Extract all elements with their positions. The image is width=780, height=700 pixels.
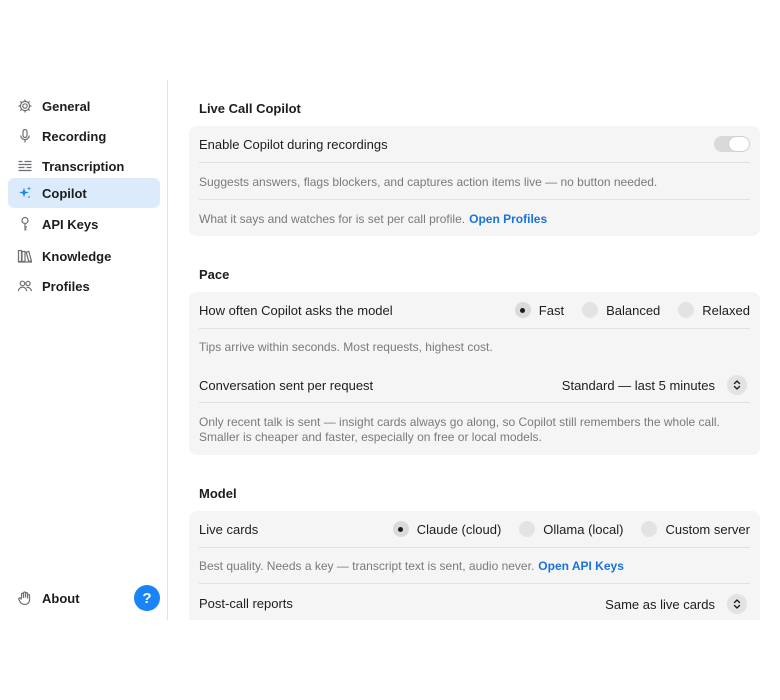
model-card: Live cards Claude (cloud) Ollama (local)… — [189, 511, 760, 620]
gear-icon — [16, 97, 34, 115]
live-cards-label: Live cards — [199, 521, 259, 537]
divider — [199, 547, 750, 548]
settings-window: General Recording Transcription Copilot … — [0, 80, 780, 620]
divider — [199, 402, 750, 403]
live-cards-radio-group: Claude (cloud) Ollama (local) Custom ser… — [375, 521, 750, 537]
radio-claude-cloud[interactable]: Claude (cloud) — [392, 521, 502, 537]
radio-label: Relaxed — [702, 302, 750, 318]
conversation-label: Conversation sent per request — [199, 377, 374, 393]
key-icon — [16, 215, 34, 233]
books-icon — [16, 247, 34, 265]
radio-label: Balanced — [606, 302, 661, 318]
radio-ollama-local[interactable]: Ollama (local) — [519, 521, 623, 537]
radio-relaxed[interactable]: Relaxed — [678, 302, 750, 318]
section-title-model: Model — [199, 486, 237, 501]
post-call-select-value: Same as live cards — [605, 596, 715, 612]
radio-button-selected — [392, 521, 409, 537]
toggle-knob — [729, 137, 749, 151]
sidebar-item-label: General — [42, 98, 91, 114]
conversation-description: Only recent talk is sent — insight cards… — [199, 415, 720, 444]
conversation-select-value: Standard — last 5 minutes — [561, 377, 715, 393]
profile-note: What it says and watches for is set per … — [199, 212, 750, 227]
sidebar: General Recording Transcription Copilot … — [0, 80, 168, 620]
frequency-label: How often Copilot asks the model — [199, 302, 393, 318]
radio-label: Ollama (local) — [543, 521, 624, 537]
transcript-icon — [16, 157, 34, 175]
radio-button — [582, 302, 599, 318]
frequency-description: Tips arrive within seconds. Most request… — [199, 340, 493, 354]
pace-card: How often Copilot asks the model Fast Ba… — [189, 292, 760, 455]
microphone-icon — [16, 127, 34, 145]
radio-button-selected — [514, 302, 531, 318]
sidebar-item-copilot[interactable]: Copilot — [8, 178, 160, 208]
open-profiles-link[interactable]: Open Profiles — [469, 212, 547, 226]
sparkle-icon — [16, 184, 34, 202]
sidebar-item-transcription[interactable]: Transcription — [8, 151, 160, 181]
frequency-radio-group: Fast Balanced Relaxed — [497, 302, 750, 318]
sidebar-item-label: API Keys — [42, 216, 99, 232]
radio-custom-server[interactable]: Custom server — [641, 521, 750, 537]
hand-wave-icon — [16, 589, 34, 607]
live-cards-description-text: Best quality. Needs a key — transcript t… — [199, 559, 535, 573]
sidebar-item-label: Knowledge — [42, 248, 112, 264]
section-title-pace: Pace — [199, 267, 230, 282]
people-icon — [16, 277, 34, 295]
radio-button — [519, 521, 536, 537]
live-call-card: Enable Copilot during recordings Suggest… — [189, 126, 760, 236]
sidebar-item-profiles[interactable]: Profiles — [8, 271, 160, 301]
radio-fast[interactable]: Fast — [514, 302, 565, 318]
conversation-select[interactable]: Standard — last 5 minutes — [562, 375, 747, 395]
enable-copilot-label: Enable Copilot during recordings — [199, 136, 388, 152]
radio-label: Custom server — [665, 521, 750, 537]
up-down-chevron-icon — [727, 375, 747, 395]
radio-label: Fast — [538, 302, 565, 318]
post-call-label: Post-call reports — [199, 595, 293, 611]
profile-note-text: What it says and watches for is set per … — [199, 212, 466, 226]
copilot-settings: Live Call Copilot Enable Copilot during … — [169, 80, 780, 620]
section-title-live-call-copilot: Live Call Copilot — [199, 101, 301, 116]
enable-copilot-toggle[interactable] — [714, 136, 750, 152]
sidebar-item-api-keys[interactable]: API Keys — [8, 209, 160, 239]
radio-button — [641, 521, 658, 537]
sidebar-item-label: Copilot — [42, 185, 87, 201]
sidebar-item-recording[interactable]: Recording — [8, 121, 160, 151]
open-api-keys-link[interactable]: Open API Keys — [538, 559, 624, 573]
sidebar-item-label: Recording — [42, 128, 107, 144]
live-cards-description: Best quality. Needs a key — transcript t… — [199, 559, 750, 574]
radio-button — [678, 302, 695, 318]
copilot-description: Suggests answers, flags blockers, and ca… — [199, 175, 658, 189]
sidebar-item-knowledge[interactable]: Knowledge — [8, 241, 160, 271]
enable-copilot-row: Enable Copilot during recordings — [199, 134, 750, 154]
radio-label: Claude (cloud) — [416, 521, 502, 537]
sidebar-item-label: Transcription — [42, 158, 125, 174]
sidebar-item-label: Profiles — [42, 278, 90, 294]
sidebar-item-general[interactable]: General — [8, 91, 160, 121]
up-down-chevron-icon — [727, 594, 747, 614]
divider — [199, 162, 750, 163]
divider — [199, 583, 750, 584]
post-call-select[interactable]: Same as live cards — [605, 594, 747, 614]
radio-balanced[interactable]: Balanced — [582, 302, 660, 318]
divider — [199, 328, 750, 329]
help-button[interactable]: ? — [134, 585, 160, 611]
about-label: About — [42, 590, 80, 606]
divider — [199, 199, 750, 200]
